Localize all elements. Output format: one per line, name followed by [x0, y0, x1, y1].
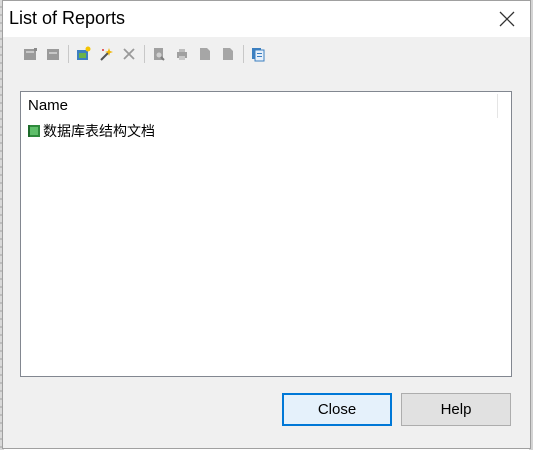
delete-icon[interactable] [42, 43, 64, 65]
close-button[interactable]: Close [282, 393, 392, 426]
help-button[interactable]: Help [401, 393, 511, 426]
export-icon[interactable] [194, 43, 216, 65]
close-icon[interactable] [492, 5, 522, 33]
list-header[interactable]: Name [21, 92, 511, 118]
dialog-title: List of Reports [9, 8, 126, 28]
reports-dialog: List of Reports Name 数据库表结构文档 Close Help [2, 0, 531, 449]
toolbar [19, 43, 270, 65]
wizard-icon[interactable] [95, 43, 117, 65]
column-header-name[interactable]: Name [28, 97, 68, 114]
report-book-icon [27, 124, 41, 138]
list-item-label: 数据库表结构文档 [43, 124, 155, 140]
list-item[interactable]: 数据库表结构文档 [27, 121, 155, 141]
toolbar-separator [68, 45, 69, 63]
properties-icon[interactable] [19, 43, 41, 65]
print-icon[interactable] [171, 43, 193, 65]
column-divider[interactable] [497, 94, 498, 118]
copy-icon[interactable] [247, 43, 269, 65]
toolbar-separator [243, 45, 244, 63]
toolbar-separator [144, 45, 145, 63]
delete-x-icon[interactable] [118, 43, 140, 65]
title-bar[interactable]: List of Reports [3, 1, 530, 37]
reports-list[interactable]: Name 数据库表结构文档 [20, 91, 512, 377]
new-report-icon[interactable] [72, 43, 94, 65]
export-alt-icon[interactable] [217, 43, 239, 65]
preview-icon[interactable] [148, 43, 170, 65]
